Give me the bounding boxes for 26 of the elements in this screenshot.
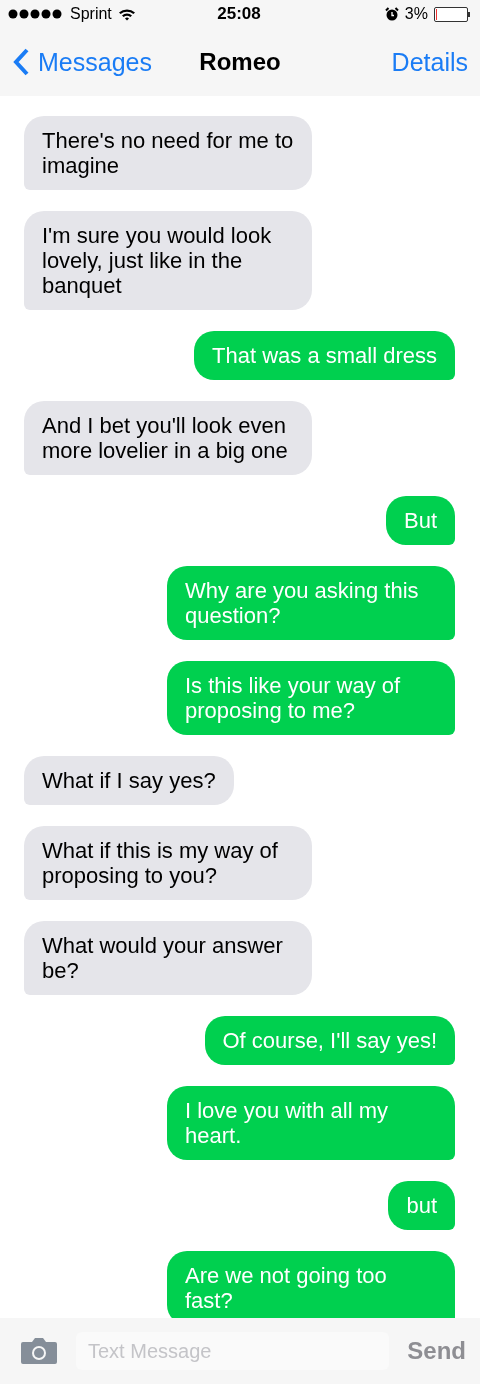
chevron-left-icon — [12, 47, 30, 77]
message-bubble: What if this is my way of proposing to you? — [24, 826, 312, 900]
alarm-clock-icon — [384, 7, 399, 21]
message-bubble: Why are you asking this question? — [167, 566, 455, 640]
message-bubble: I'm sure you would look lovely, just like in the banquet — [24, 211, 312, 310]
wifi-icon — [117, 7, 136, 21]
send-button[interactable]: Send — [407, 1337, 466, 1365]
message-bubble: That was a small dress — [194, 331, 455, 380]
message-bubble: But — [385, 496, 455, 545]
message-bubble: And I bet you'll look even more lovelier in a big one — [24, 401, 312, 475]
message-bubble: Is this like your way of proposing to me? — [167, 661, 455, 735]
message-bubble: There's no need for me to imagine — [24, 116, 312, 190]
message-bubble: I love you with all my heart. — [167, 1086, 455, 1160]
clock-time: 25:08 — [217, 4, 261, 24]
message-bubble: What would your answer be? — [24, 921, 312, 995]
message-bubble: but — [388, 1181, 455, 1230]
carrier-name: Sprint — [70, 5, 112, 23]
battery-icon — [434, 6, 470, 22]
signal-icon — [8, 9, 64, 19]
back-button[interactable]: Messages — [12, 47, 152, 77]
camera-icon[interactable] — [20, 1337, 58, 1365]
details-button[interactable]: Details — [391, 47, 468, 77]
message-bubble: What if I say yes? — [24, 756, 234, 805]
contact-name: Romeo — [199, 48, 281, 76]
message-bubble: Of course, I'll say yes! — [204, 1016, 455, 1065]
battery-percent: 3% — [404, 5, 428, 23]
